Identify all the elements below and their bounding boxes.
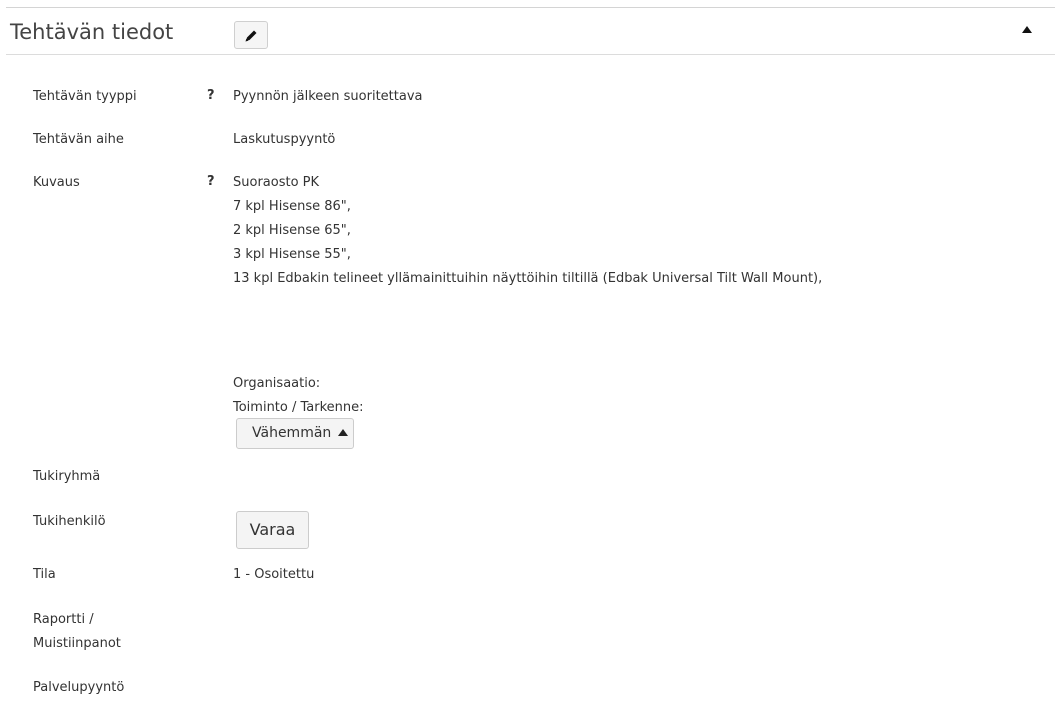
topic-value: Laskutuspyyntö xyxy=(233,132,336,147)
support-person-label: Tukihenkilö xyxy=(33,514,106,529)
caret-up-icon xyxy=(338,429,349,436)
topic-label: Tehtävän aihe xyxy=(33,132,124,147)
service-request-label: Palvelupyyntö xyxy=(33,680,125,695)
description-help-icon[interactable]: ? xyxy=(207,174,215,189)
description-line: 13 kpl Edbakin telineet yllämainittuihin… xyxy=(233,271,823,286)
show-less-label: Vähemmän xyxy=(252,425,332,441)
caret-up-icon[interactable] xyxy=(1022,26,1032,33)
description-line: 3 kpl Hisense 55", xyxy=(233,247,351,262)
description-line: 2 kpl Hisense 65", xyxy=(233,223,351,238)
description-label: Kuvaus xyxy=(33,175,80,190)
description-line: 7 kpl Hisense 86", xyxy=(233,199,351,214)
pencil-icon xyxy=(245,30,257,42)
organisation-label: Organisaatio: xyxy=(233,376,321,391)
status-value: 1 - Osoitettu xyxy=(233,567,315,582)
edit-button[interactable] xyxy=(234,21,268,49)
type-label: Tehtävän tyyppi xyxy=(33,89,137,104)
show-less-button[interactable]: Vähemmän xyxy=(236,418,354,449)
reserve-button[interactable]: Varaa xyxy=(236,511,309,549)
report-label: Muistiinpanot xyxy=(33,636,121,651)
function-label: Toiminto / Tarkenne: xyxy=(233,400,364,415)
support-group-label: Tukiryhmä xyxy=(33,469,101,484)
type-value: Pyynnön jälkeen suoritettava xyxy=(233,89,423,104)
panel-title: Tehtävän tiedot xyxy=(10,20,174,44)
report-label: Raportti / xyxy=(33,612,94,627)
description-line: Suoraosto PK xyxy=(233,175,320,190)
status-label: Tila xyxy=(33,567,56,582)
type-help-icon[interactable]: ? xyxy=(207,88,215,103)
panel-header: Tehtävän tiedot xyxy=(6,8,1055,55)
